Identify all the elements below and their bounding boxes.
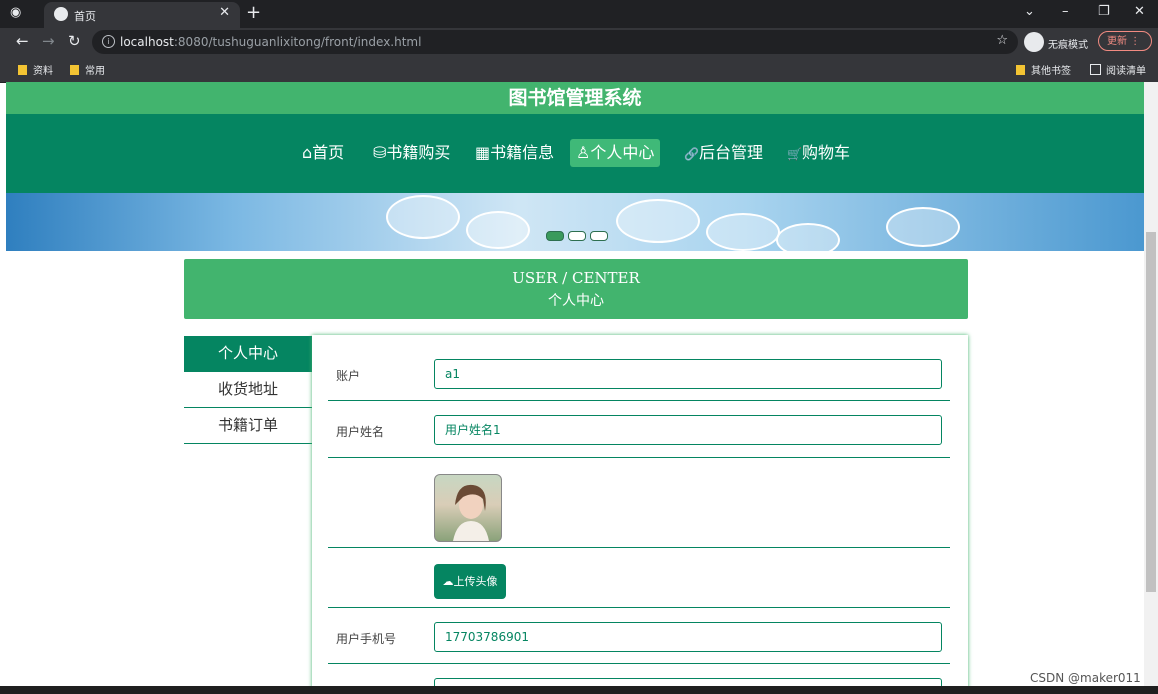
avatar xyxy=(434,474,502,542)
carousel-dot[interactable] xyxy=(546,231,564,241)
bookmark-folder-changyong[interactable]: 常用 xyxy=(70,62,105,77)
folder-icon xyxy=(18,65,27,75)
reload-icon[interactable]: ↻ xyxy=(68,32,81,50)
folder-icon xyxy=(70,65,79,75)
form-row-next xyxy=(328,664,950,686)
account-input[interactable]: a1 xyxy=(434,359,942,389)
page-viewport: 图书馆管理系统 ⌂首页 ⛁书籍购买 ▦书籍信息 ♙个人中心 🔗后台管理 🛒购物车… xyxy=(6,82,1144,686)
site-title: 图书馆管理系统 xyxy=(6,82,1144,114)
browser-tab[interactable]: 首页 ✕ xyxy=(44,2,240,28)
banner-cloud xyxy=(386,195,460,239)
reading-list[interactable]: 阅读清单 xyxy=(1090,62,1146,77)
name-input[interactable]: 用户姓名1 xyxy=(434,415,942,445)
bookmark-folder-other[interactable]: 其他书签 xyxy=(1016,62,1071,77)
banner-cloud xyxy=(466,211,530,249)
banner-cloud xyxy=(706,213,780,251)
site-info-icon[interactable]: i xyxy=(102,35,115,48)
tab-close-icon[interactable]: ✕ xyxy=(219,5,230,20)
banner-cloud xyxy=(616,199,700,243)
banner-cloud xyxy=(886,207,960,247)
banner-cloud xyxy=(776,223,840,251)
url-text: localhost:8080/tushuguanlixitong/front/i… xyxy=(120,35,422,49)
form-row-name: 用户姓名 用户姓名1 xyxy=(328,401,950,458)
nav-home[interactable]: ⌂首页 xyxy=(296,139,350,167)
nav-book-info[interactable]: ▦书籍信息 xyxy=(469,139,560,167)
cart-icon: 🛒 xyxy=(787,147,802,161)
update-button[interactable]: 更新 ⋮ xyxy=(1098,31,1152,51)
nav-user-center[interactable]: ♙个人中心 xyxy=(570,139,661,167)
grid-icon: ▦ xyxy=(475,143,491,162)
incognito-icon[interactable] xyxy=(1024,32,1044,52)
address-bar[interactable]: i localhost:8080/tushuguanlixitong/front… xyxy=(92,30,1018,54)
phone-label: 用户手机号 xyxy=(336,632,397,646)
reading-list-icon xyxy=(1090,64,1101,75)
bookmarks-bar: 资料 常用 其他书签 阅读清单 xyxy=(0,56,1158,83)
scrollbar-thumb[interactable] xyxy=(1146,232,1156,592)
window-close-icon[interactable]: ✕ xyxy=(1134,4,1145,19)
minimize-icon[interactable]: – xyxy=(1062,4,1069,19)
section-title-en: USER / CENTER xyxy=(512,269,640,287)
layers-icon: ⛁ xyxy=(373,143,387,162)
nav-cart[interactable]: 🛒购物车 xyxy=(781,139,856,167)
home-icon: ⌂ xyxy=(302,143,313,162)
sidebar-item-user-center[interactable]: 个人中心 xyxy=(184,336,312,372)
user-sidebar: 个人中心 收货地址 书籍订单 xyxy=(184,336,312,444)
browser-tab-bar: ◉ 首页 ✕ + ⌄ – ❐ ✕ xyxy=(0,0,1158,28)
nav-book-purchase[interactable]: ⛁书籍购买 xyxy=(367,139,456,167)
incognito-label: 无痕模式 xyxy=(1048,40,1088,51)
carousel-indicators xyxy=(546,226,612,245)
watermark: CSDN @maker011 xyxy=(1030,671,1141,685)
tab-search-icon[interactable]: ⌄ xyxy=(1024,4,1035,19)
bookmark-star-icon[interactable]: ☆ xyxy=(996,33,1008,48)
taskbar xyxy=(0,686,1158,694)
section-header: USER / CENTER 个人中心 xyxy=(184,259,968,319)
restore-icon[interactable]: ❐ xyxy=(1098,4,1110,19)
user-icon: ♙ xyxy=(576,143,591,162)
avatar-image xyxy=(453,484,489,541)
page-scrollbar[interactable] xyxy=(1144,82,1158,686)
phone-input[interactable]: 17703786901 xyxy=(434,622,942,652)
form-row-phone: 用户手机号 17703786901 xyxy=(328,608,950,664)
form-row-avatar xyxy=(328,458,950,548)
tab-title: 首页 xyxy=(74,10,96,23)
sidebar-item-orders[interactable]: 书籍订单 xyxy=(184,408,312,444)
form-row-account: 账户 a1 xyxy=(328,345,950,401)
sidebar-item-address[interactable]: 收货地址 xyxy=(184,372,312,408)
banner-carousel[interactable] xyxy=(6,193,1144,251)
globe-icon[interactable]: ◉ xyxy=(10,5,32,23)
bookmark-folder-ziliao[interactable]: 资料 xyxy=(18,62,53,77)
link-icon: 🔗 xyxy=(684,147,699,161)
tab-favicon-icon xyxy=(54,7,68,21)
profile-form: 账户 a1 用户姓名 用户姓名1 ☁上传头像 用户手机号 17703786901 xyxy=(312,335,968,686)
browser-toolbar: ← → ↻ i localhost:8080/tushuguanlixitong… xyxy=(0,28,1158,56)
carousel-dot[interactable] xyxy=(590,231,608,241)
main-nav: ⌂首页 ⛁书籍购买 ▦书籍信息 ♙个人中心 🔗后台管理 🛒购物车 xyxy=(6,114,1144,193)
name-label: 用户姓名 xyxy=(336,425,385,439)
form-row-upload: ☁上传头像 xyxy=(328,548,950,608)
next-input[interactable] xyxy=(434,678,942,686)
section-title-zh: 个人中心 xyxy=(548,293,604,309)
new-tab-icon[interactable]: + xyxy=(246,2,261,23)
account-label: 账户 xyxy=(336,369,361,383)
nav-admin[interactable]: 🔗后台管理 xyxy=(678,139,769,167)
upload-avatar-button[interactable]: ☁上传头像 xyxy=(434,564,506,599)
folder-icon xyxy=(1016,65,1025,75)
back-icon[interactable]: ← xyxy=(16,32,29,50)
carousel-dot[interactable] xyxy=(568,231,586,241)
forward-icon[interactable]: → xyxy=(42,32,55,50)
cloud-upload-icon: ☁ xyxy=(442,575,454,588)
